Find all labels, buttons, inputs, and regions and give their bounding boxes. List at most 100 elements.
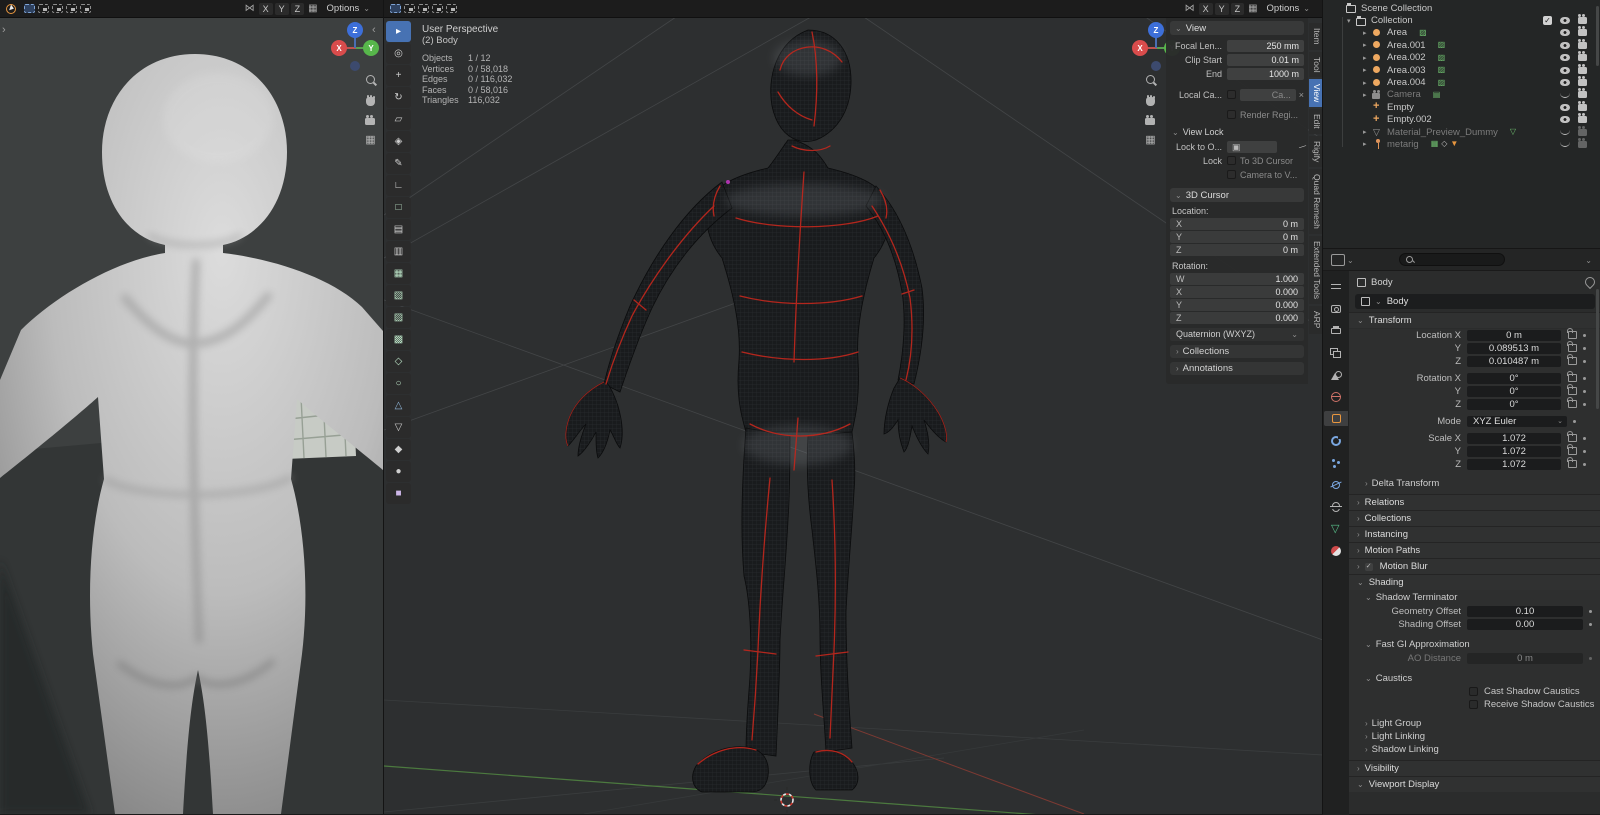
options-dropdown[interactable]: Options ⌄ bbox=[1262, 2, 1315, 15]
lock-icon[interactable] bbox=[1567, 341, 1577, 352]
expand-arrow[interactable] bbox=[1347, 17, 1356, 25]
sidebar-tab[interactable]: Extended Tools bbox=[1309, 236, 1322, 305]
value-field[interactable]: 0.01 m bbox=[1227, 53, 1304, 66]
tool-button[interactable]: ▸ bbox=[386, 21, 411, 42]
properties-tab[interactable] bbox=[1324, 411, 1348, 426]
tool-button[interactable]: ○ bbox=[386, 373, 411, 394]
tool-button[interactable]: ■ bbox=[386, 483, 411, 504]
tool-button[interactable]: + bbox=[386, 65, 411, 86]
outliner-row[interactable]: Area.003 bbox=[1323, 63, 1600, 76]
select-mode-icon[interactable] bbox=[52, 4, 63, 13]
rotation-order-dropdown[interactable]: Quaternion (WXYZ) ⌄ bbox=[1170, 328, 1304, 341]
render-visibility-icon[interactable] bbox=[1578, 26, 1587, 37]
animate-dot[interactable] bbox=[1583, 376, 1586, 380]
collapsed-panel-header[interactable]: › Instancing bbox=[1349, 526, 1600, 542]
gizmo-negative-z[interactable] bbox=[350, 61, 360, 71]
sidebar-tab[interactable]: View bbox=[1309, 79, 1322, 108]
cursor-rotation-field[interactable]: W 1.000 bbox=[1170, 273, 1304, 285]
outliner-row[interactable]: Camera bbox=[1323, 88, 1600, 101]
search-input[interactable] bbox=[1399, 253, 1505, 266]
sub-collapsed-header[interactable]: › Shadow Linking bbox=[1349, 743, 1600, 756]
shading-value-field[interactable]: 0.00 bbox=[1467, 618, 1583, 630]
collapsed-panel-header[interactable]: › ✓ Motion Blur bbox=[1349, 558, 1600, 574]
collapsed-panel-header[interactable]: › Collections bbox=[1170, 345, 1304, 358]
toolbar-expand-arrow[interactable]: › bbox=[2, 24, 6, 36]
cursor-rotation-field[interactable]: Z 0.000 bbox=[1170, 312, 1304, 324]
object-name-field[interactable]: ⌄ Body bbox=[1355, 294, 1595, 309]
outliner-row[interactable]: Area.001 bbox=[1323, 38, 1600, 51]
select-mode-icon[interactable] bbox=[432, 4, 443, 13]
properties-tab[interactable] bbox=[1324, 521, 1348, 536]
tool-button[interactable]: ▩ bbox=[386, 329, 411, 350]
mirror-axis-button[interactable]: Z bbox=[1230, 2, 1245, 15]
object-name[interactable]: Area.001 bbox=[1387, 40, 1426, 51]
object-name[interactable]: Area.004 bbox=[1387, 77, 1426, 88]
local-camera-field[interactable]: Ca... bbox=[1240, 88, 1296, 101]
value-field[interactable]: 1000 m bbox=[1227, 67, 1304, 80]
mirror-icon[interactable]: ⋈ bbox=[245, 3, 255, 14]
properties-tab[interactable] bbox=[1324, 301, 1348, 316]
eye-visibility-icon[interactable] bbox=[1560, 116, 1570, 124]
viewport-right[interactable]: ⋈ XYZ ▦ Options ⌄ ▸ ◎ + ↻ ▱ ◈ ✎ ∟ □ ▤ ▥ … bbox=[383, 0, 1322, 814]
object-name[interactable]: Camera bbox=[1387, 89, 1421, 100]
3d-cursor-panel-header[interactable]: ⌄ 3D Cursor bbox=[1170, 188, 1304, 202]
local-camera-checkbox[interactable] bbox=[1227, 90, 1236, 99]
collapsed-panel-header[interactable]: › Annotations bbox=[1170, 362, 1304, 375]
shading-panel-header[interactable]: ⌄ Shading bbox=[1349, 574, 1600, 590]
gizmo-x-axis[interactable]: X bbox=[1132, 40, 1148, 56]
animate-dot[interactable] bbox=[1583, 449, 1586, 453]
mirror-axis-button[interactable]: X bbox=[258, 2, 273, 15]
transform-value-field[interactable]: 0° ⌄ bbox=[1467, 398, 1561, 410]
caustics-header[interactable]: ⌄ Caustics bbox=[1349, 671, 1600, 685]
lock-icon[interactable] bbox=[1567, 384, 1577, 395]
editor-type-icon[interactable] bbox=[1331, 254, 1345, 266]
filter-dropdown-icon[interactable]: ⌄ bbox=[1585, 256, 1592, 265]
tool-button[interactable]: ● bbox=[386, 461, 411, 482]
transform-panel-header[interactable]: ⌄ Transform bbox=[1349, 312, 1600, 328]
object-name[interactable]: Collection bbox=[1371, 15, 1413, 26]
collection-checkbox[interactable]: ✓ bbox=[1543, 16, 1552, 26]
tool-button[interactable]: ▨ bbox=[386, 307, 411, 328]
render-visibility-icon[interactable] bbox=[1578, 38, 1587, 49]
view-lock-subheader[interactable]: ⌄ View Lock bbox=[1172, 127, 1304, 137]
tool-button[interactable]: ✎ bbox=[386, 153, 411, 174]
properties-tab[interactable] bbox=[1324, 323, 1348, 338]
collapsed-panel-header[interactable]: › Motion Paths bbox=[1349, 542, 1600, 558]
animate-dot[interactable] bbox=[1583, 346, 1586, 350]
cursor-location-field[interactable]: Z0 m bbox=[1170, 244, 1304, 256]
properties-tab[interactable] bbox=[1324, 279, 1348, 294]
mirror-icon[interactable]: ⋈ bbox=[1185, 3, 1195, 14]
properties-tab[interactable] bbox=[1324, 433, 1348, 448]
object-name[interactable]: Area bbox=[1387, 27, 1407, 38]
viewport-left[interactable]: › ‹ ⋈ XYZ ▦ Options ⌄ X Y Z ▦ bbox=[0, 0, 383, 814]
object-name[interactable]: Area.003 bbox=[1387, 65, 1426, 76]
caustics-checkbox[interactable] bbox=[1469, 687, 1478, 696]
eye-visibility-icon[interactable] bbox=[1560, 129, 1570, 136]
select-mode-icon[interactable] bbox=[418, 4, 429, 13]
gizmo-negative-z[interactable] bbox=[1151, 61, 1161, 71]
value-field[interactable]: 250 mm bbox=[1227, 39, 1304, 52]
select-mode-icon[interactable] bbox=[66, 4, 77, 13]
collapsed-panel-header[interactable]: › Visibility bbox=[1349, 760, 1600, 776]
transform-value-field[interactable]: 0 m ⌄ bbox=[1467, 329, 1561, 341]
eye-visibility-icon[interactable] bbox=[1560, 17, 1570, 25]
sidebar-tab[interactable]: ARP bbox=[1309, 306, 1322, 334]
shadow-terminator-header[interactable]: ⌄ Shadow Terminator bbox=[1349, 590, 1600, 604]
tool-button[interactable]: ◆ bbox=[386, 439, 411, 460]
render-visibility-icon[interactable] bbox=[1578, 100, 1587, 111]
object-name[interactable]: Empty.002 bbox=[1387, 114, 1432, 125]
sidebar-tab[interactable]: Tool bbox=[1309, 51, 1322, 78]
eye-visibility-icon[interactable] bbox=[1560, 41, 1570, 49]
expand-arrow[interactable] bbox=[1363, 128, 1372, 136]
object-name[interactable]: metarig bbox=[1387, 139, 1419, 150]
eye-visibility-icon[interactable] bbox=[1560, 92, 1570, 98]
tool-button[interactable]: ▤ bbox=[386, 219, 411, 240]
outliner-row[interactable]: Collection ✓ bbox=[1323, 14, 1600, 26]
object-name[interactable]: Material_Preview_Dummy bbox=[1387, 127, 1498, 138]
collapsed-panel-header[interactable]: › Relations bbox=[1349, 494, 1600, 510]
render-visibility-icon[interactable] bbox=[1578, 113, 1587, 124]
render-visibility-icon[interactable] bbox=[1578, 76, 1587, 87]
eye-visibility-icon[interactable] bbox=[1560, 141, 1570, 148]
outliner-row[interactable]: Area bbox=[1323, 26, 1600, 39]
transform-value-field[interactable]: 1.072 ⌄ bbox=[1467, 432, 1561, 444]
